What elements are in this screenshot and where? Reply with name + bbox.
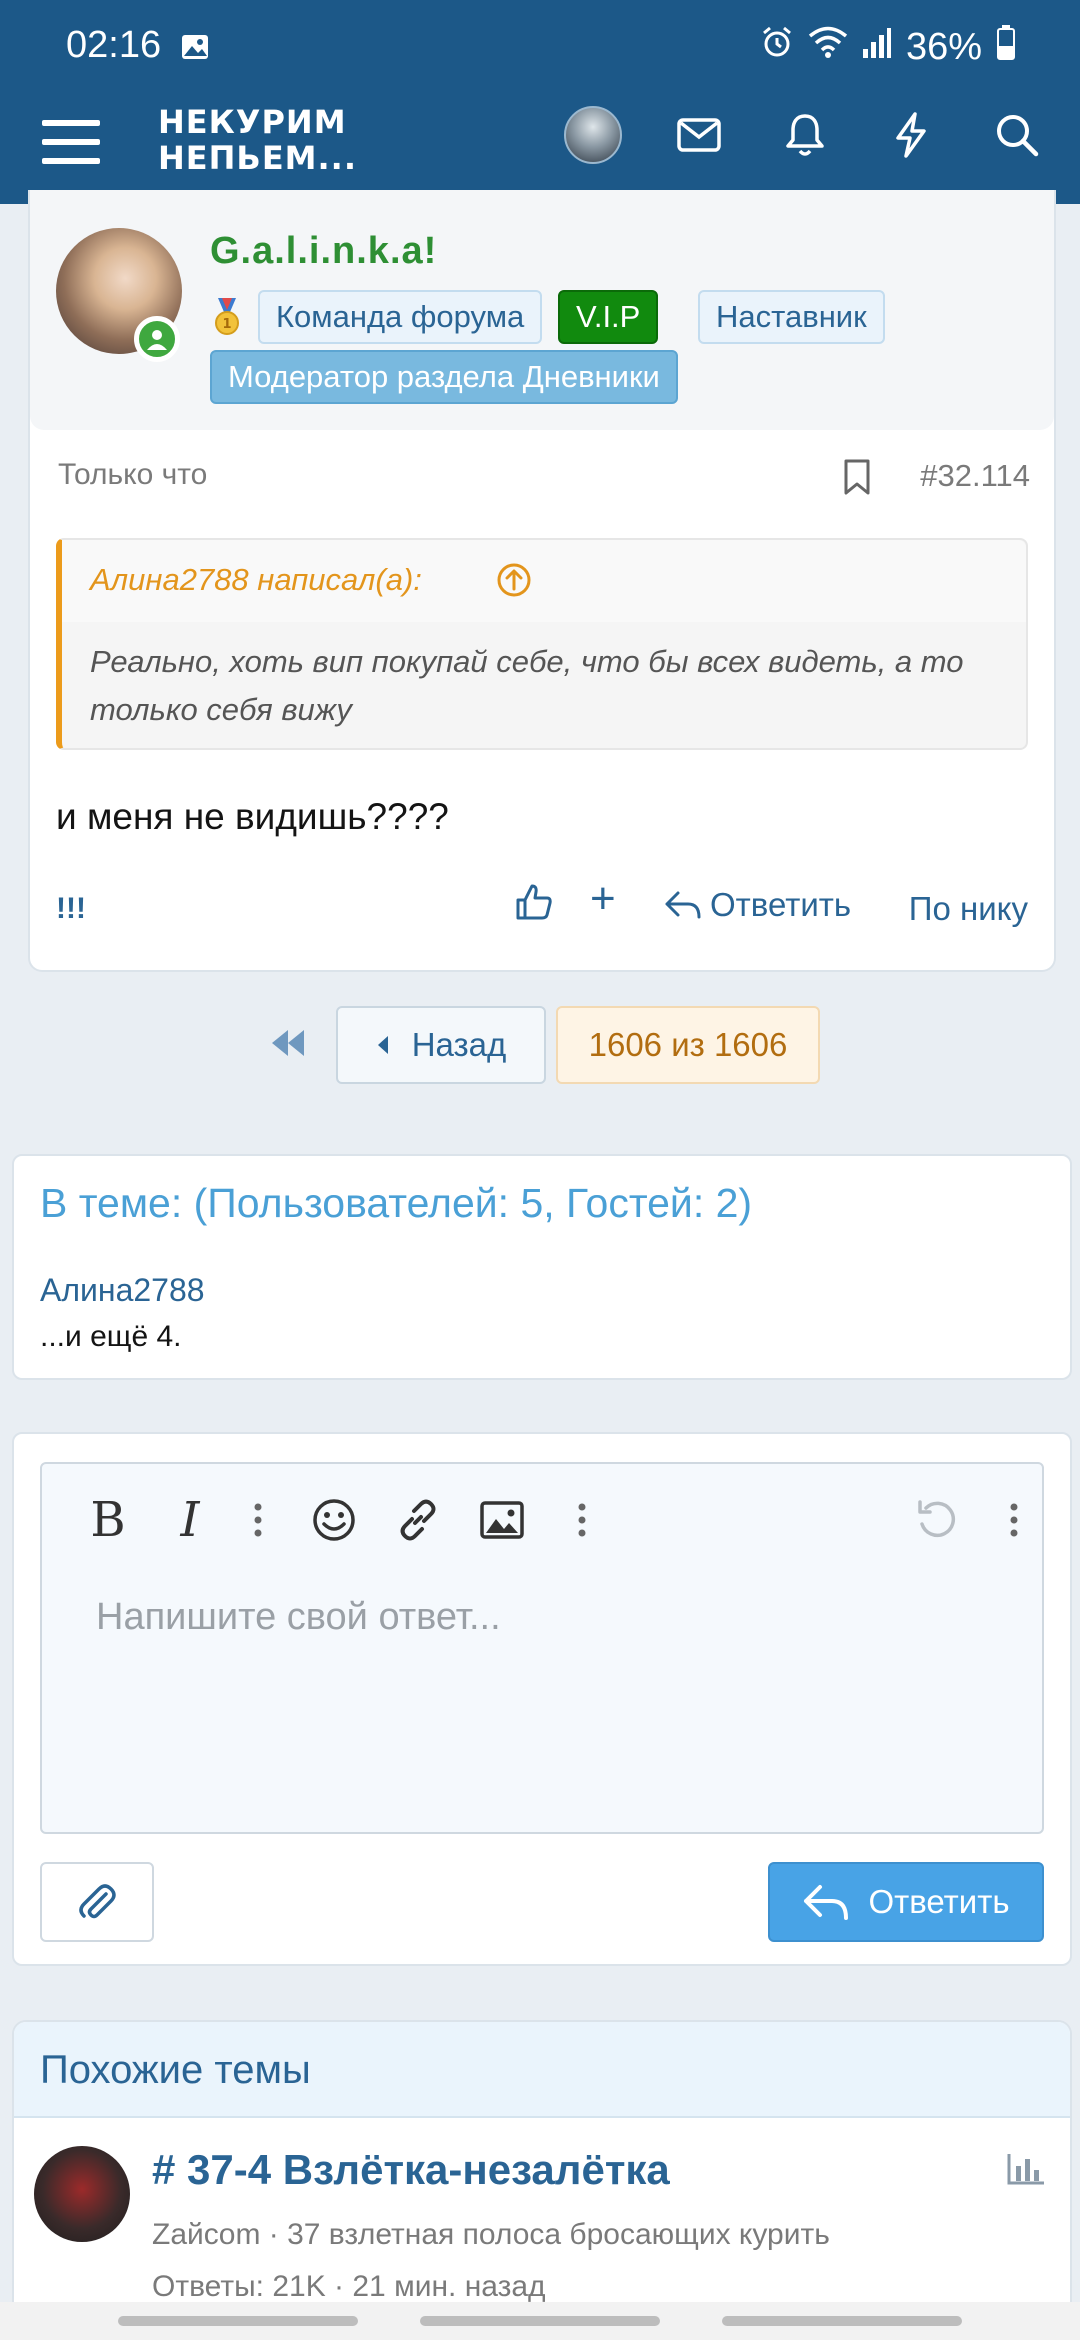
thread-title[interactable]: # 37-4 Взлётка-незалётка bbox=[152, 2146, 670, 2194]
reactions-summary[interactable]: !!! bbox=[56, 892, 86, 926]
previous-page-button[interactable]: Назад bbox=[336, 1006, 546, 1084]
bell-icon[interactable] bbox=[778, 108, 832, 162]
bold-icon[interactable]: B bbox=[80, 1492, 136, 1548]
system-gesture-bar bbox=[0, 2302, 1080, 2340]
undo-icon[interactable] bbox=[908, 1492, 964, 1548]
like-icon[interactable] bbox=[514, 882, 554, 927]
signal-icon bbox=[862, 26, 892, 69]
reply-arrow-icon bbox=[665, 891, 701, 919]
gesture-handle-3 bbox=[722, 2316, 962, 2326]
quote-author[interactable]: Алина2788 написал(а): bbox=[90, 562, 422, 598]
app-header: НЕКУРИМ НЕПЬЕМ... bbox=[0, 96, 1080, 204]
reply-editor[interactable]: B I Напишите свой ответ... bbox=[40, 1462, 1044, 1834]
previous-page-label: Назад bbox=[411, 1026, 507, 1063]
submit-reply-label: Ответить bbox=[868, 1883, 1010, 1920]
menu-icon[interactable] bbox=[42, 114, 102, 174]
bookmark-icon[interactable] bbox=[842, 458, 872, 501]
emoji-icon[interactable] bbox=[306, 1492, 362, 1548]
by-nick-action[interactable]: По нику bbox=[909, 890, 1028, 928]
similar-threads-title: Похожие темы bbox=[40, 2048, 311, 2092]
quote-header: Алина2788 написал(а): bbox=[62, 540, 1026, 622]
status-bar: 02:16 36% bbox=[0, 0, 1080, 96]
medal-icon: 1 bbox=[212, 296, 242, 343]
thread-meta: Ответы: 21K · 21 мин. назад bbox=[152, 2270, 546, 2303]
paperclip-icon bbox=[79, 1884, 116, 1919]
status-icons: 36% bbox=[760, 24, 1016, 70]
go-to-quote-icon[interactable] bbox=[496, 562, 532, 603]
logo-line-1: НЕКУРИМ bbox=[158, 103, 347, 141]
post-number[interactable]: #32.114 bbox=[920, 458, 1030, 494]
alarm-icon bbox=[760, 25, 794, 69]
reply-action-label: Ответить bbox=[710, 886, 852, 923]
forum-logo[interactable]: НЕКУРИМ НЕПЬЕМ... bbox=[158, 104, 357, 176]
similar-threads-card: Похожие темы # 37-4 Взлётка-незалётка Za… bbox=[12, 2020, 1072, 2340]
post-author-block: G.a.l.i.n.k.a! 1 Команда форума V.I.P На… bbox=[30, 190, 1054, 430]
image-icon[interactable] bbox=[474, 1492, 530, 1548]
post-timestamp[interactable]: Только что bbox=[58, 458, 207, 492]
quote-block: Алина2788 написал(а): Реально, хоть вип … bbox=[56, 538, 1028, 750]
author-username[interactable]: G.a.l.i.n.k.a! bbox=[210, 230, 437, 273]
viewer-link[interactable]: Алина2788 bbox=[40, 1272, 205, 1309]
submit-reply-button[interactable]: Ответить bbox=[768, 1862, 1044, 1942]
reply-arrow-icon bbox=[804, 1885, 849, 1920]
account-avatar[interactable] bbox=[564, 106, 622, 164]
online-status-icon bbox=[134, 316, 180, 362]
thread-author-avatar[interactable] bbox=[34, 2146, 130, 2242]
search-icon[interactable] bbox=[990, 108, 1044, 162]
badge-moderator[interactable]: Модератор раздела Дневники bbox=[210, 350, 678, 404]
quote-text: Реально, хоть вип покупай себе, что бы в… bbox=[90, 644, 964, 727]
current-page-indicator[interactable]: 1606 из 1606 bbox=[556, 1006, 820, 1084]
add-reaction-icon[interactable]: + bbox=[590, 874, 616, 924]
battery-icon bbox=[996, 24, 1016, 70]
thread-subtitle: Zaйcom · 37 взлетная полоса бросающих ку… bbox=[152, 2218, 830, 2251]
badge-forum-team[interactable]: Команда форума bbox=[258, 290, 543, 344]
more-insert-icon[interactable] bbox=[554, 1492, 610, 1548]
more-formatting-icon[interactable] bbox=[230, 1492, 286, 1548]
stats-chart-icon[interactable] bbox=[1006, 2152, 1046, 2191]
battery-percent: 36% bbox=[905, 25, 982, 68]
reply-editor-card: B I Напишите свой ответ... Ответить bbox=[12, 1432, 1072, 1966]
attach-button[interactable] bbox=[40, 1862, 154, 1942]
post-message: и меня не видишь???? bbox=[56, 796, 449, 837]
status-time: 02:16 bbox=[66, 24, 162, 66]
viewers-more: ...и ещё 4. bbox=[40, 1320, 182, 1353]
thread-viewers-card: В теме: (Пользователей: 5, Гостей: 2) Ал… bbox=[12, 1154, 1072, 1380]
wifi-icon bbox=[808, 25, 848, 69]
italic-icon[interactable]: I bbox=[162, 1492, 218, 1548]
reply-placeholder: Напишите свой ответ... bbox=[96, 1596, 501, 1638]
svg-text:1: 1 bbox=[222, 317, 231, 332]
logo-line-2: НЕПЬЕМ... bbox=[158, 139, 357, 177]
chevron-left-icon bbox=[377, 1036, 388, 1054]
gesture-handle-1 bbox=[118, 2316, 358, 2326]
gallery-notification-icon bbox=[180, 32, 210, 67]
post-actions: !!! + Ответить По нику bbox=[30, 874, 1054, 938]
gesture-handle-2[interactable] bbox=[420, 2316, 660, 2326]
badge-mentor[interactable]: Наставник bbox=[698, 290, 885, 344]
post-card: G.a.l.i.n.k.a! 1 Команда форума V.I.P На… bbox=[28, 190, 1056, 972]
badge-vip[interactable]: V.I.P bbox=[558, 290, 659, 344]
similar-threads-header: Похожие темы bbox=[14, 2022, 1070, 2118]
reply-action[interactable]: Ответить bbox=[664, 886, 851, 924]
lightning-icon[interactable] bbox=[884, 108, 938, 162]
more-options-icon[interactable] bbox=[986, 1492, 1042, 1548]
first-page-icon[interactable] bbox=[266, 1018, 310, 1068]
link-icon[interactable] bbox=[390, 1492, 446, 1548]
thread-viewers-title: В теме: (Пользователей: 5, Гостей: 2) bbox=[40, 1180, 753, 1226]
inbox-icon[interactable] bbox=[672, 108, 726, 162]
